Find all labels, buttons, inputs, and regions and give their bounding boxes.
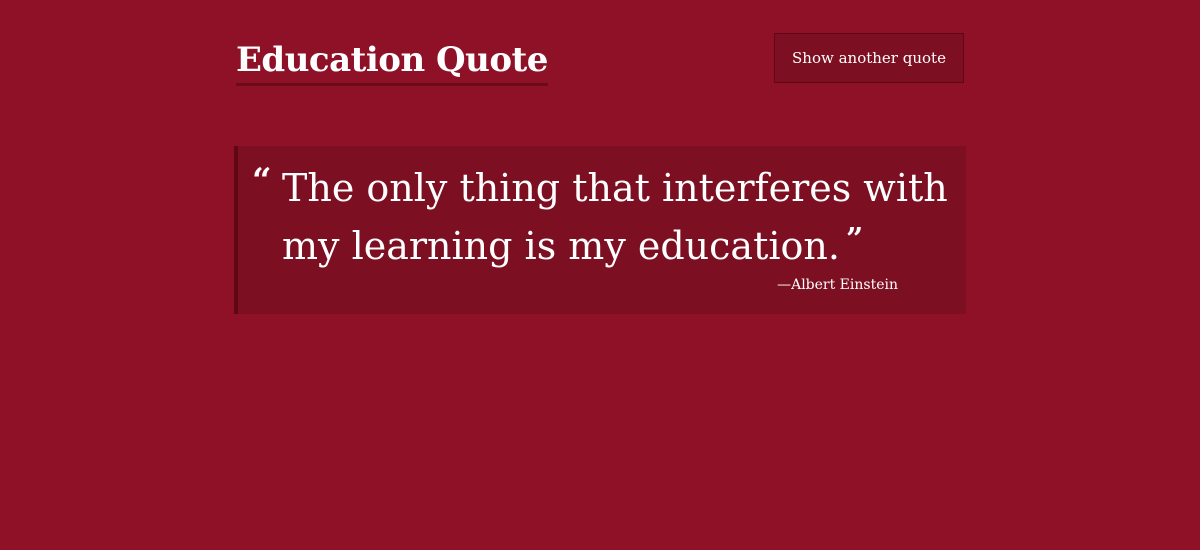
header: Education Quote Show another quote — [236, 33, 964, 88]
quote-text-block: The only thing that interferes with my l… — [282, 162, 952, 272]
open-quote-icon: “ — [252, 161, 272, 201]
quote-card: “ The only thing that interferes with my… — [234, 146, 966, 314]
page-title: Education Quote — [236, 38, 548, 86]
close-quote-icon: ” — [845, 222, 864, 257]
quote-author: —Albert Einstein — [777, 277, 898, 293]
show-another-quote-button[interactable]: Show another quote — [774, 33, 964, 83]
page: Education Quote Show another quote “ The… — [0, 0, 1200, 550]
